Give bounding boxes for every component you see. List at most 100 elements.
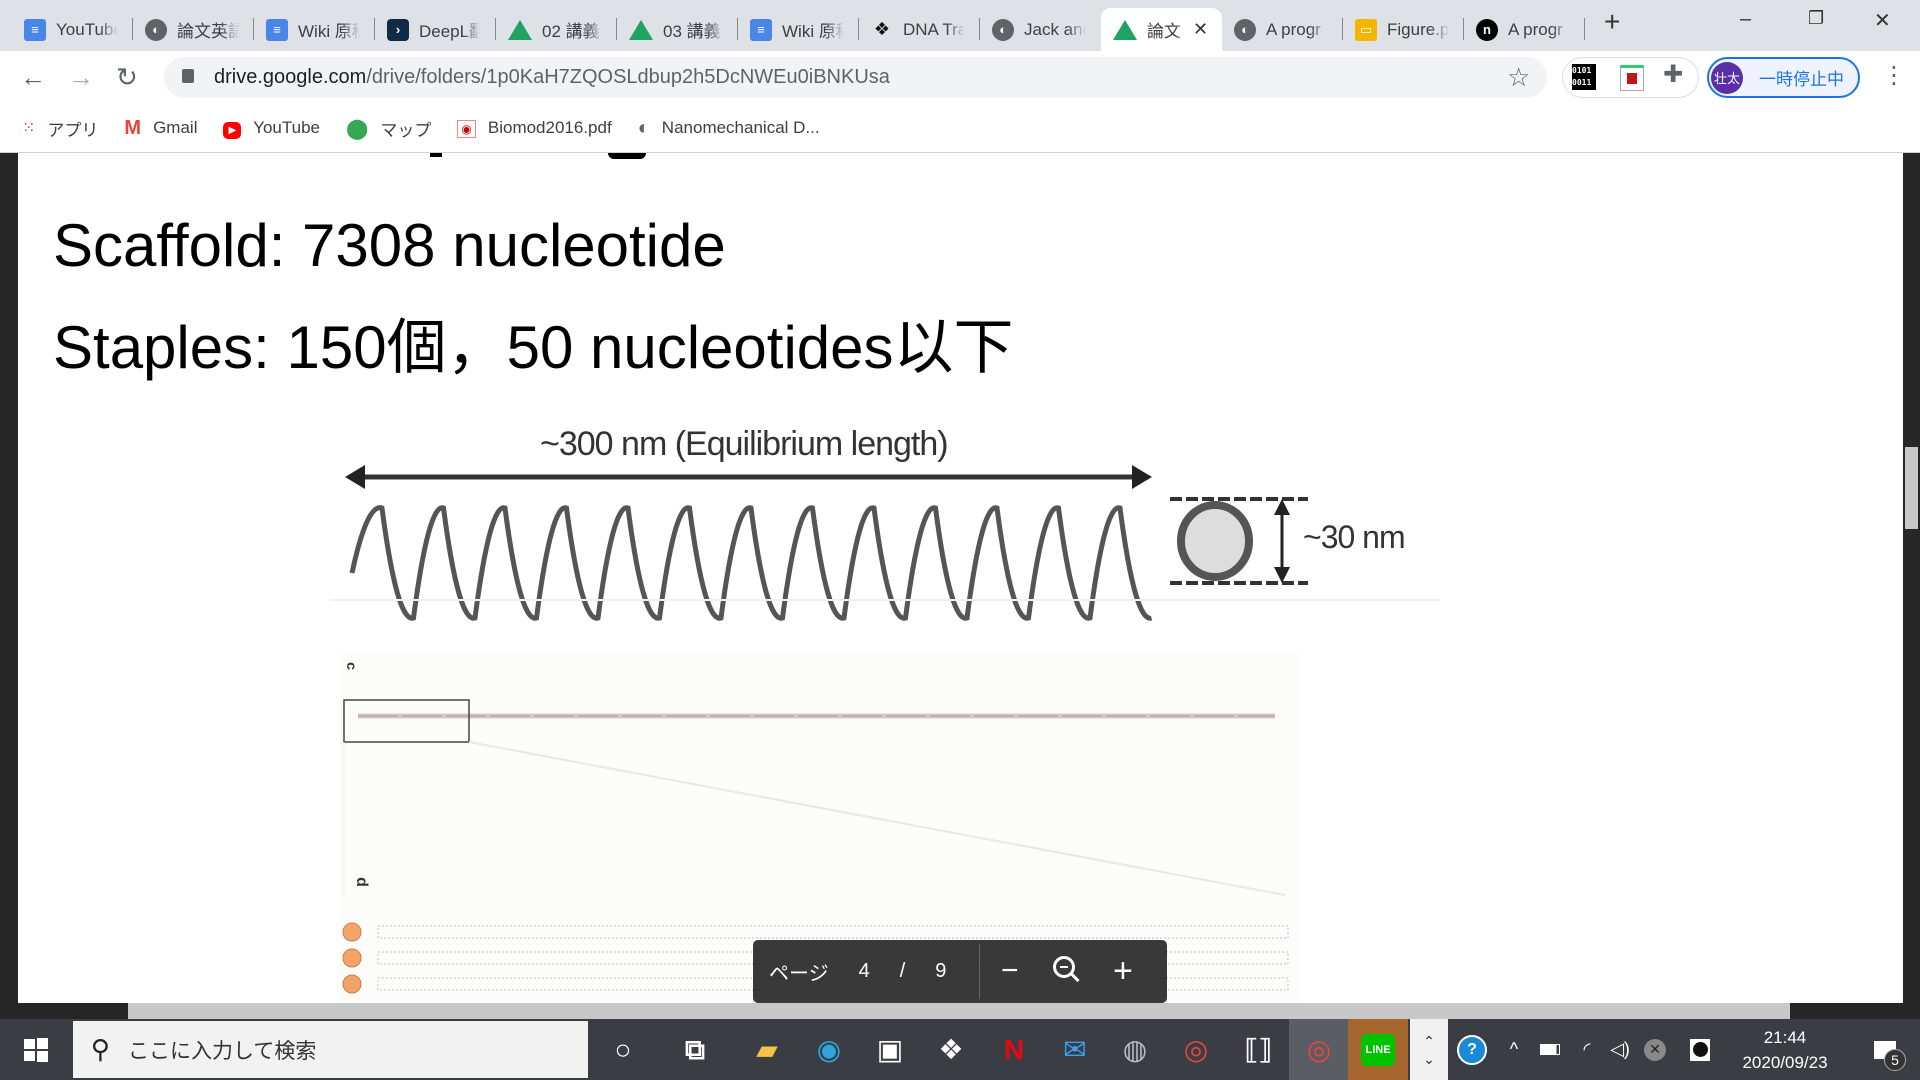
taskbar-scroll[interactable]: ⌃ ⌄ xyxy=(1410,1019,1448,1080)
clipped-title-fragment xyxy=(430,153,442,157)
media-player-taskbar-button[interactable]: ◍ xyxy=(1105,1019,1165,1080)
helix-cross-section xyxy=(1177,501,1253,581)
search-icon: ⚲ xyxy=(91,1034,111,1064)
bookmark-label: アプリ xyxy=(47,120,99,140)
menu-kebab-icon[interactable]: ⋮ xyxy=(1882,61,1906,90)
tab[interactable]: › DeepL翻訳 xyxy=(375,8,496,51)
minimize-button[interactable]: – xyxy=(1740,8,1751,31)
mail-taskbar-button[interactable]: ✉ xyxy=(1045,1019,1105,1080)
tab[interactable]: ▭ Figure.p xyxy=(1343,8,1464,51)
helix-end-marker xyxy=(342,922,362,942)
tab-title: Wiki 原稿 xyxy=(298,22,360,41)
bookmark-item[interactable]: M Gmail xyxy=(124,117,197,140)
clock-date: 2020/09/23 xyxy=(1742,1052,1828,1072)
bookmark-item[interactable]: ▶ YouTube xyxy=(223,118,320,139)
bookmark-item[interactable]: ⁙ アプリ xyxy=(22,116,98,141)
edge-taskbar-button[interactable]: ◉ xyxy=(799,1019,859,1080)
slide-line-scaffold: Scaffold: 7308 nucleotide xyxy=(53,212,726,279)
reload-button[interactable]: ↻ xyxy=(116,62,138,93)
zoom-in-button[interactable]: + xyxy=(1113,952,1133,991)
windows-logo-icon xyxy=(24,1037,48,1062)
volume-icon[interactable]: ◁) xyxy=(1605,1019,1635,1080)
binary-extension-icon[interactable]: 0101 0011 xyxy=(1572,64,1596,90)
tab[interactable]: ❖ DNA Tra xyxy=(859,8,980,51)
tab[interactable]: ◐ Jack and xyxy=(980,8,1101,51)
tab[interactable]: ≡ Wiki 原稿 xyxy=(738,8,859,51)
current-page-input[interactable]: 4 xyxy=(859,960,870,983)
chrome-taskbar-button[interactable]: ◎ xyxy=(1166,1019,1226,1080)
file-explorer-taskbar-button[interactable]: ▰ xyxy=(737,1019,797,1080)
store-taskbar-button[interactable]: ▣ xyxy=(860,1019,920,1080)
file-explorer-icon: ▰ xyxy=(756,1033,778,1065)
battery-icon[interactable] xyxy=(1535,1019,1565,1080)
bookmark-label: Nanomechanical D... xyxy=(661,118,820,137)
tab[interactable]: ◐ A progr xyxy=(1222,8,1343,51)
extensions-puzzle-icon[interactable]: ✚ xyxy=(1663,60,1683,89)
new-tab-button[interactable]: + xyxy=(1604,6,1620,38)
close-tab-icon[interactable]: ✕ xyxy=(1193,19,1208,40)
netflix-taskbar-button[interactable]: N xyxy=(984,1019,1044,1080)
clock[interactable]: 21:44 2020/09/23 xyxy=(1725,1019,1845,1080)
taskbar-search-box[interactable]: ⚲ ここに入力して検索 xyxy=(73,1021,588,1078)
store-icon: ▣ xyxy=(876,1033,904,1065)
forward-button[interactable]: → xyxy=(68,62,94,93)
vertical-scrollbar[interactable] xyxy=(1903,153,1920,1003)
tab[interactable]: ≡ YouTube xyxy=(12,8,133,51)
pdf-icon: ◉ xyxy=(457,118,476,138)
tab-title: YouTube xyxy=(56,19,118,39)
action-center-button[interactable]: 5 xyxy=(1860,1019,1910,1080)
show-hidden-icons[interactable]: ^ xyxy=(1500,1019,1528,1080)
tab[interactable]: n A progr xyxy=(1464,8,1585,51)
horizontal-scrollbar[interactable] xyxy=(0,1003,1920,1019)
tab[interactable]: ◐ 論文英語 xyxy=(133,8,254,51)
zoom-out-button[interactable]: − xyxy=(1001,954,1019,988)
globe-icon: ◐ xyxy=(637,116,650,139)
bookmark-item[interactable]: ◐ Nanomechanical D... xyxy=(638,117,820,140)
task-view-taskbar-button[interactable]: ⧉ xyxy=(665,1019,725,1080)
chrome-icon: ◎ xyxy=(1183,1033,1209,1065)
mcafee-extension-icon[interactable] xyxy=(1620,65,1644,91)
wifi-icon[interactable]: ◜ xyxy=(1572,1019,1602,1080)
drive-icon xyxy=(629,19,653,40)
tab[interactable]: 03 講義 xyxy=(617,8,738,51)
bookmark-label: YouTube xyxy=(253,118,320,137)
panel-label-c: c xyxy=(343,662,360,670)
task-view-icon: ⧉ xyxy=(685,1033,705,1065)
profile-button[interactable]: 壮太 一時停止中 xyxy=(1707,57,1860,98)
helix-end-marker xyxy=(342,974,362,994)
back-button[interactable]: ← xyxy=(20,62,46,93)
tab[interactable]: 02 講義 xyxy=(496,8,617,51)
deepl-icon: › xyxy=(387,18,409,41)
notification-badge: 5 xyxy=(1884,1049,1906,1071)
scrollbar-thumb[interactable] xyxy=(1905,447,1918,529)
slide-line-staples: Staples: 150個，50 nucleotides以下 xyxy=(53,314,1014,381)
chrome-active-taskbar-button[interactable]: ◎ xyxy=(1289,1019,1349,1080)
dna-helix-coil xyxy=(349,505,1153,621)
address-bar[interactable]: drive.google.com/drive/folders/1p0KaH7ZQ… xyxy=(164,57,1547,98)
dropbox-taskbar-button[interactable]: ❖ xyxy=(921,1019,981,1080)
start-button[interactable] xyxy=(0,1019,72,1080)
page-label: ページ xyxy=(769,963,829,985)
help-tray-icon[interactable]: ? xyxy=(1453,1019,1491,1080)
status-x-tray-icon[interactable]: ✕ xyxy=(1640,1019,1670,1080)
line-taskbar-button[interactable]: LINE xyxy=(1348,1019,1408,1080)
tab[interactable]: 論文 ✕ xyxy=(1101,8,1222,51)
bookmark-item[interactable]: ◉ Biomod2016.pdf xyxy=(457,118,612,138)
drive-icon xyxy=(508,19,532,40)
zoom-reset-icon[interactable] xyxy=(1053,956,1080,983)
drive-icon xyxy=(1113,19,1137,40)
windows-taskbar: ⚲ ここに入力して検索 ○ ⧉ ▰ ◉ ▣ ❖ N ✉ ◍ ◎ ⟦⟧ ◎ LINE ⌃ ⌄ ? ^ ◜ ◁… xyxy=(0,1019,1920,1080)
tab[interactable]: ≡ Wiki 原稿 xyxy=(254,8,375,51)
bookmark-star-icon[interactable]: ☆ xyxy=(1507,62,1530,93)
tab-title: Jack and xyxy=(1024,19,1086,39)
tab-title: 02 講義 xyxy=(542,22,600,41)
url-host: drive.google.com xyxy=(214,66,367,88)
bookmark-item[interactable]: ⬤ マップ xyxy=(346,116,431,141)
bookmark-label: Gmail xyxy=(153,118,198,137)
restore-button[interactable]: ❐ xyxy=(1808,8,1824,29)
docs-icon: ≡ xyxy=(266,18,288,41)
app-bracket-taskbar-button[interactable]: ⟦⟧ xyxy=(1228,1019,1288,1080)
cortana-taskbar-button[interactable]: ○ xyxy=(593,1019,653,1080)
close-window-button[interactable]: ✕ xyxy=(1874,8,1891,33)
ime-tray-icon[interactable] xyxy=(1685,1019,1715,1080)
